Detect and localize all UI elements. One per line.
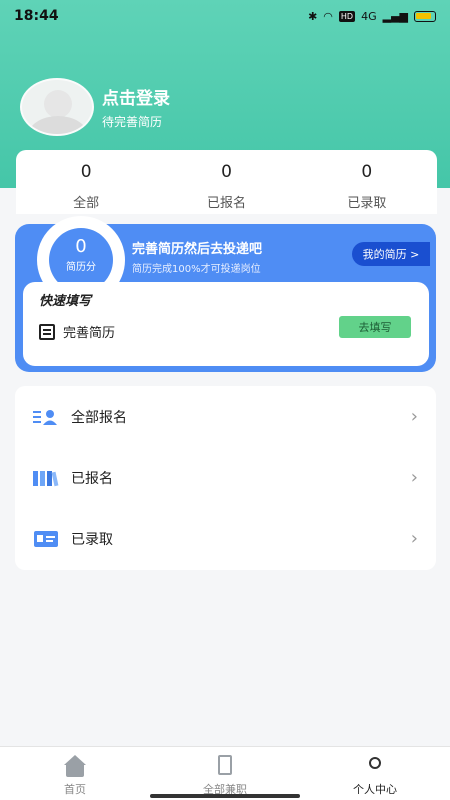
- quick-fill-title: 快速填写: [39, 294, 92, 309]
- stat-all[interactable]: 0 全部: [16, 150, 156, 214]
- profile-section[interactable]: 点击登录 待完善简历: [20, 78, 170, 136]
- stat-applied[interactable]: 0 已报名: [156, 150, 296, 214]
- menu-card: 全部报名 › 已报名 › 已录取 ›: [15, 386, 436, 570]
- stat-admitted[interactable]: 0 已录取: [297, 150, 437, 214]
- home-indicator: [150, 794, 300, 798]
- stat-value: 0: [221, 162, 232, 182]
- menu-item-all-applications[interactable]: 全部报名 ›: [15, 386, 436, 447]
- chevron-right-icon: ›: [410, 406, 418, 427]
- hd-badge: HD: [338, 10, 356, 22]
- status-icons: ✱ ◠ HD 4G ▂▄▆: [308, 10, 436, 23]
- document-icon: [214, 755, 236, 777]
- login-link[interactable]: 点击登录: [102, 84, 170, 109]
- battery-icon: [414, 10, 436, 22]
- stat-value: 0: [361, 162, 373, 182]
- books-icon: [33, 469, 59, 487]
- status-bar: 18:44 ✱ ◠ HD 4G ▂▄▆: [0, 0, 450, 32]
- stat-label: 已录取: [347, 196, 387, 211]
- signal-icon: ▂▄▆: [382, 9, 408, 23]
- person-icon: [364, 755, 386, 777]
- menu-item-applied[interactable]: 已报名 ›: [15, 447, 436, 508]
- home-icon: [64, 755, 86, 777]
- promo-subtitle: 简历完成100%才可投递岗位: [132, 264, 261, 275]
- tab-home[interactable]: 首页: [0, 747, 150, 800]
- quick-fill-card: 快速填写 完善简历 去填写: [23, 282, 429, 366]
- list-user-icon: [33, 408, 59, 426]
- status-time: 18:44: [14, 8, 59, 24]
- avatar[interactable]: [20, 78, 94, 136]
- profile-subtitle: 待完善简历: [102, 115, 163, 129]
- stats-card: 0 全部 0 已报名 0 已录取: [16, 150, 437, 214]
- menu-label: 已录取: [71, 531, 113, 548]
- document-icon: [39, 323, 55, 340]
- tab-profile[interactable]: 个人中心: [300, 747, 450, 800]
- resume-score-label: 简历分: [66, 262, 96, 273]
- resume-promo-card: 0 简历分 完善简历然后去投递吧 简历完成100%才可投递岗位 我的简历 > 快…: [15, 216, 436, 372]
- fill-button[interactable]: 去填写: [339, 316, 411, 338]
- wifi-icon: ◠: [323, 9, 333, 23]
- menu-label: 全部报名: [71, 409, 127, 426]
- my-resume-button[interactable]: 我的简历 >: [352, 242, 430, 266]
- chevron-right-icon: ›: [410, 467, 418, 488]
- id-card-icon: [33, 530, 59, 548]
- stat-label: 已报名: [206, 196, 246, 211]
- promo-title: 完善简历然后去投递吧: [132, 242, 263, 257]
- tab-all-jobs[interactable]: 全部兼职: [150, 747, 300, 800]
- stat-value: 0: [80, 162, 92, 182]
- bottom-tab-bar: 首页 全部兼职 个人中心: [0, 746, 450, 800]
- stat-label: 全部: [73, 196, 100, 211]
- resume-score-value: 0: [75, 236, 87, 257]
- tab-label: 首页: [64, 783, 86, 796]
- complete-resume-label: 完善简历: [63, 326, 116, 341]
- menu-item-admitted[interactable]: 已录取 ›: [15, 508, 436, 569]
- bluetooth-icon: ✱: [308, 9, 318, 23]
- chevron-right-icon: ›: [410, 528, 418, 549]
- tab-label: 个人中心: [353, 783, 397, 796]
- menu-label: 已报名: [71, 470, 113, 487]
- complete-resume-row[interactable]: 完善简历: [39, 322, 115, 341]
- network-label: 4G: [361, 9, 377, 23]
